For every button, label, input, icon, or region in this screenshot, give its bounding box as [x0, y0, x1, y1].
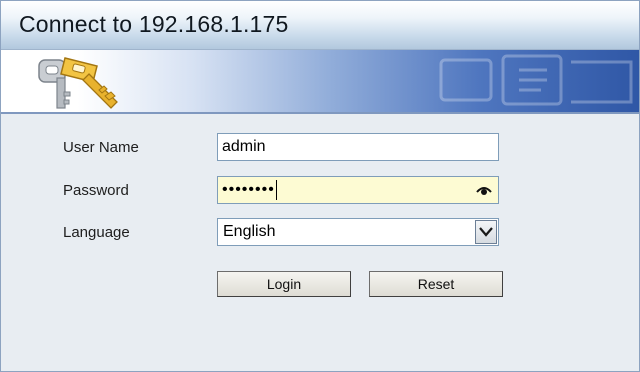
username-input[interactable]: [217, 133, 499, 161]
password-mask: ••••••••: [222, 179, 277, 200]
reset-button[interactable]: Reset: [369, 271, 503, 297]
username-label: User Name: [63, 139, 139, 156]
keys-icon: [38, 57, 118, 109]
login-dialog: Connect to 192.168.1.175 User Name admin…: [0, 0, 640, 372]
language-dropdown-button[interactable]: [475, 220, 497, 244]
banner-divider: [1, 112, 639, 114]
title-bar: Connect to 192.168.1.175: [1, 1, 639, 50]
dialog-title: Connect to 192.168.1.175: [19, 11, 289, 37]
network-watermark-icon: [439, 54, 633, 106]
eye-icon[interactable]: [476, 184, 492, 196]
login-button[interactable]: Login: [217, 271, 351, 297]
chevron-down-icon: [479, 227, 493, 237]
language-selected-value: English: [223, 223, 276, 240]
text-caret: [275, 179, 277, 200]
language-label: Language: [63, 224, 130, 241]
language-select[interactable]: English: [217, 218, 499, 246]
password-input[interactable]: ••••••••: [217, 176, 499, 204]
header-banner: [1, 50, 639, 112]
password-label: Password: [63, 182, 129, 199]
